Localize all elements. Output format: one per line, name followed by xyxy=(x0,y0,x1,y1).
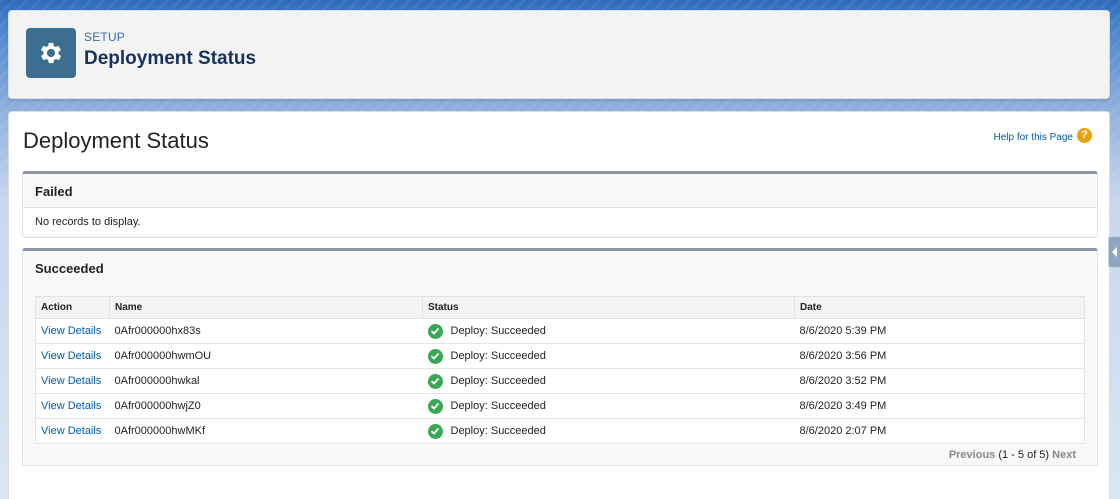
deployment-date: 8/6/2020 3:56 PM xyxy=(794,343,1085,369)
pagination: Previous (1 - 5 of 5) Next xyxy=(949,449,1076,461)
page-title: Deployment Status xyxy=(23,128,209,153)
deployment-date: 8/6/2020 3:52 PM xyxy=(794,368,1085,394)
table-header-row: Action Name Status Date xyxy=(35,296,1085,319)
check-circle-icon xyxy=(427,423,443,439)
deployment-name: 0Afr000000hwjZ0 xyxy=(109,393,423,419)
deployment-date: 8/6/2020 2:07 PM xyxy=(794,418,1085,444)
column-header-action[interactable]: Action xyxy=(35,296,110,319)
column-header-date[interactable]: Date xyxy=(794,296,1085,319)
view-details-link[interactable]: View Details xyxy=(41,350,101,362)
status-text: Deploy: Succeeded xyxy=(450,375,546,387)
view-details-link[interactable]: View Details xyxy=(41,425,101,437)
check-circle-icon xyxy=(427,373,443,389)
table-row: View Details 0Afr000000hx83s Deploy: Suc… xyxy=(35,318,1085,344)
view-details-link[interactable]: View Details xyxy=(41,325,101,337)
next-page-button[interactable]: Next xyxy=(1052,449,1076,461)
deployment-name: 0Afr000000hwMKf xyxy=(109,418,423,444)
status-text: Deploy: Succeeded xyxy=(450,350,546,362)
column-header-status[interactable]: Status xyxy=(422,296,795,319)
gear-icon xyxy=(26,28,76,78)
succeeded-section-title: Succeeded xyxy=(35,261,104,276)
help-icon[interactable]: ? xyxy=(1077,128,1092,143)
status-text: Deploy: Succeeded xyxy=(450,325,546,337)
table-row: View Details 0Afr000000hwkal Deploy: Suc… xyxy=(35,368,1085,394)
status-text: Deploy: Succeeded xyxy=(450,425,546,437)
view-details-link[interactable]: View Details xyxy=(41,375,101,387)
failed-empty-message: No records to display. xyxy=(23,208,1097,236)
table-row: View Details 0Afr000000hwmOU Deploy: Suc… xyxy=(35,343,1085,369)
succeeded-section: Succeeded Action Name Status Date View D… xyxy=(22,248,1098,466)
pagination-count: (1 - 5 of 5) xyxy=(998,449,1050,461)
check-circle-icon xyxy=(427,323,443,339)
setup-breadcrumb[interactable]: SETUP xyxy=(84,30,125,44)
collapse-panel-handle[interactable] xyxy=(1108,236,1120,268)
succeeded-table: Action Name Status Date View Details 0Af… xyxy=(35,296,1085,444)
failed-section-title: Failed xyxy=(23,174,1097,208)
view-details-link[interactable]: View Details xyxy=(41,400,101,412)
deployment-name: 0Afr000000hwkal xyxy=(109,368,423,394)
help-link[interactable]: Help for this Page xyxy=(994,132,1074,143)
deployment-date: 8/6/2020 3:49 PM xyxy=(794,393,1085,419)
status-text: Deploy: Succeeded xyxy=(450,400,546,412)
deployment-name: 0Afr000000hwmOU xyxy=(109,343,423,369)
column-header-name[interactable]: Name xyxy=(109,296,423,319)
header-title: Deployment Status xyxy=(84,48,257,69)
failed-section: Failed No records to display. xyxy=(22,171,1098,238)
check-circle-icon xyxy=(427,348,443,364)
table-row: View Details 0Afr000000hwjZ0 Deploy: Suc… xyxy=(35,393,1085,419)
table-row: View Details 0Afr000000hwMKf Deploy: Suc… xyxy=(35,418,1085,444)
previous-page-button[interactable]: Previous xyxy=(949,449,995,461)
setup-header: SETUP Deployment Status xyxy=(8,10,1110,99)
deployment-name: 0Afr000000hx83s xyxy=(109,318,423,344)
deployment-date: 8/6/2020 5:39 PM xyxy=(794,318,1085,344)
check-circle-icon xyxy=(427,398,443,414)
main-content: Deployment Status Help for this Page ? F… xyxy=(8,111,1110,499)
